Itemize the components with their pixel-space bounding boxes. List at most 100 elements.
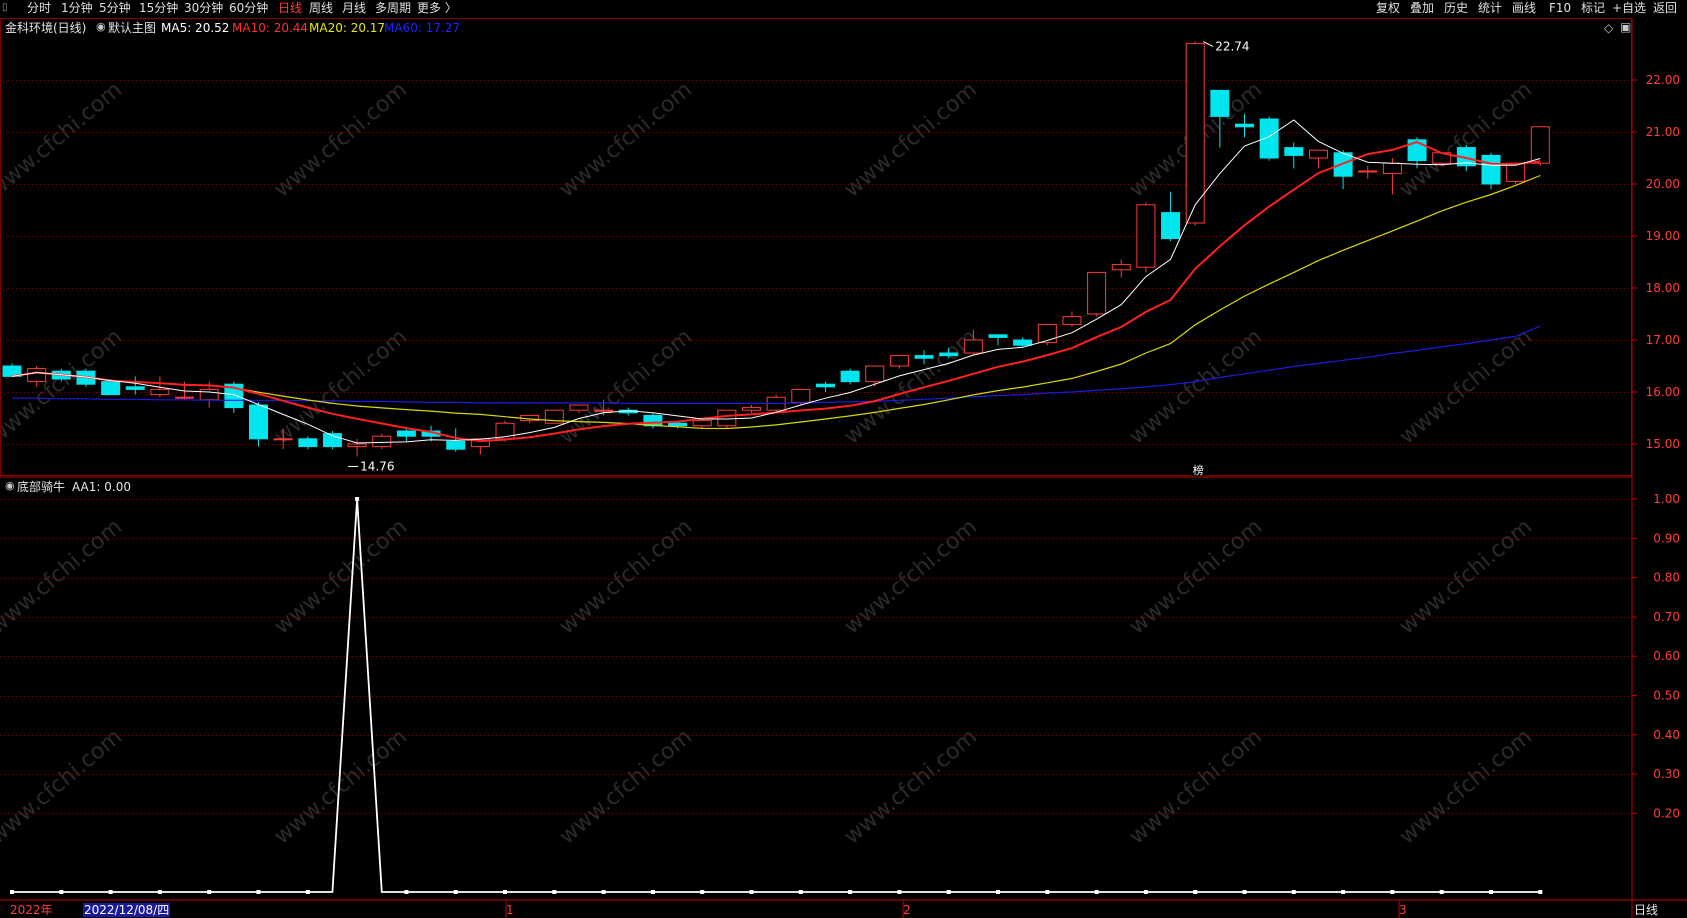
date-axis-bar: 2022年 2022/12/08/四 1 2 3 日线	[0, 902, 1687, 918]
toolbar-button-6[interactable]: 标记	[1581, 1, 1605, 15]
stock-name[interactable]: 金科环境(日线)	[5, 21, 86, 35]
aa1-point	[256, 890, 261, 894]
toolbar-button-4[interactable]: 画线	[1512, 1, 1536, 15]
candle-down[interactable]	[840, 370, 860, 383]
period-tab-8[interactable]: 月线	[342, 1, 366, 15]
candle-up[interactable]	[569, 404, 589, 411]
candle-up[interactable]	[692, 420, 712, 427]
candle-down[interactable]	[1013, 339, 1033, 346]
candle-up[interactable]	[1308, 149, 1328, 159]
period-tab-2[interactable]: 5分钟	[99, 1, 131, 15]
toolbar-button-1[interactable]: 叠加	[1410, 1, 1434, 15]
event-marker[interactable]: 榜	[1193, 463, 1204, 477]
sub-tick-label: 1.00	[1653, 492, 1680, 506]
toolbar-button-2[interactable]: 历史	[1444, 1, 1468, 15]
toolbar-button-3[interactable]: 统计	[1478, 1, 1502, 15]
toolbar-button-0[interactable]: 复权	[1376, 1, 1400, 15]
period-tab-3[interactable]: 15分钟	[139, 1, 178, 15]
main-panel-frame	[0, 18, 1632, 476]
period-tab-6[interactable]: 日线	[278, 1, 302, 15]
candle-down[interactable]	[1481, 154, 1501, 185]
candle-down[interactable]	[1235, 123, 1254, 128]
period-tab-5[interactable]: 60分钟	[229, 1, 268, 15]
candle-up[interactable]	[791, 388, 811, 403]
candle-down[interactable]	[643, 414, 663, 427]
price-tick-label: 22.00	[1646, 73, 1680, 87]
aa1-point	[1341, 890, 1346, 894]
diamond-icon[interactable]: ◇	[1604, 21, 1613, 35]
candle-up[interactable]	[347, 443, 367, 448]
candle-down[interactable]	[396, 430, 416, 437]
candle-up[interactable]	[199, 388, 219, 401]
period-tab-1[interactable]: 1分钟	[61, 1, 93, 15]
watermark-layer: www.cfchi.com www.cfchi.com www.cfchi.com w…	[0, 77, 1537, 849]
price-tick-label: 18.00	[1646, 281, 1680, 295]
candle-down[interactable]	[815, 383, 835, 388]
candle-down[interactable]	[668, 422, 688, 427]
month-mark-2: 2	[903, 903, 911, 917]
aa1-point	[552, 890, 557, 894]
watermark-text: www.cfchi.com	[270, 724, 412, 849]
template-icon[interactable]: ◉	[96, 20, 106, 34]
candle-up[interactable]	[1506, 162, 1526, 182]
candle-down[interactable]	[1161, 212, 1181, 240]
watermark-text: www.cfchi.com	[840, 77, 982, 202]
toolbar-button-7[interactable]: +自选	[1612, 1, 1646, 15]
template-name[interactable]: 默认主图	[108, 21, 156, 35]
candle-down[interactable]	[101, 381, 121, 396]
candle-up[interactable]	[372, 435, 392, 448]
period-tab-4[interactable]: 30分钟	[184, 1, 223, 15]
month-mark-3: 3	[1399, 903, 1407, 917]
indicator-icon[interactable]: ◉	[5, 479, 15, 493]
candle-up[interactable]	[1382, 162, 1402, 175]
candle-up[interactable]	[963, 339, 983, 354]
candle-up[interactable]	[742, 407, 761, 411]
candle-up[interactable]	[865, 365, 885, 383]
candle-up[interactable]	[1530, 126, 1550, 164]
aa1-point	[601, 890, 606, 894]
toolbar-button-8[interactable]: 返回	[1653, 1, 1677, 15]
period-tab-0[interactable]: 分时	[27, 1, 51, 15]
candle-up[interactable]	[594, 409, 614, 412]
sub-tick-label: 0.20	[1653, 806, 1680, 820]
candle-up[interactable]	[175, 396, 195, 399]
period-tab-9[interactable]: 多周期	[375, 1, 411, 15]
candle-down[interactable]	[1284, 147, 1304, 156]
candle-up[interactable]	[1111, 264, 1131, 271]
candle-down[interactable]	[1259, 118, 1279, 159]
watermark-text: www.cfchi.com	[270, 324, 412, 449]
sub-indicator-name[interactable]: 底部骑牛	[17, 480, 65, 494]
period-tab-10[interactable]: 更多 〉	[417, 1, 457, 15]
candle-up[interactable]	[1136, 204, 1156, 268]
candle-up[interactable]	[889, 355, 909, 367]
candle-down[interactable]	[298, 438, 318, 448]
sub-tick-label: 0.40	[1653, 728, 1680, 742]
candles-layer[interactable]	[2, 41, 1550, 457]
period-tab-7[interactable]: 周线	[309, 1, 333, 15]
candle-up[interactable]	[27, 368, 47, 383]
ma-label-1: MA10: 20.44	[232, 21, 309, 35]
kline-chart[interactable]: www.cfchi.com www.cfchi.com www.cfchi.com w…	[0, 0, 1687, 918]
candle-down[interactable]	[914, 355, 934, 359]
aa1-point	[10, 890, 14, 894]
period-label[interactable]: 日线	[1634, 903, 1658, 917]
candle-up[interactable]	[717, 409, 737, 427]
candle-up[interactable]	[1037, 323, 1057, 344]
candle-down[interactable]	[939, 352, 959, 357]
watermark-text: www.cfchi.com	[0, 724, 127, 849]
candle-down[interactable]	[446, 440, 466, 450]
candle-down[interactable]	[125, 386, 145, 390]
candle-down[interactable]	[1210, 89, 1230, 117]
panel-menu-icon[interactable]: ▯	[2, 1, 8, 15]
candle-down[interactable]	[988, 334, 1008, 338]
window-toggle-icon[interactable]: ▣	[1620, 20, 1631, 34]
candle-up[interactable]	[150, 388, 170, 396]
candle-up[interactable]	[1062, 316, 1082, 325]
candle-up[interactable]	[273, 438, 293, 441]
watermark-text: www.cfchi.com	[1395, 724, 1537, 849]
toolbar-button-5[interactable]: F10	[1549, 1, 1571, 15]
candle-up[interactable]	[1358, 170, 1378, 173]
candle-up[interactable]	[1087, 271, 1107, 315]
candle-down[interactable]	[249, 404, 268, 440]
aa1-point	[404, 890, 409, 894]
